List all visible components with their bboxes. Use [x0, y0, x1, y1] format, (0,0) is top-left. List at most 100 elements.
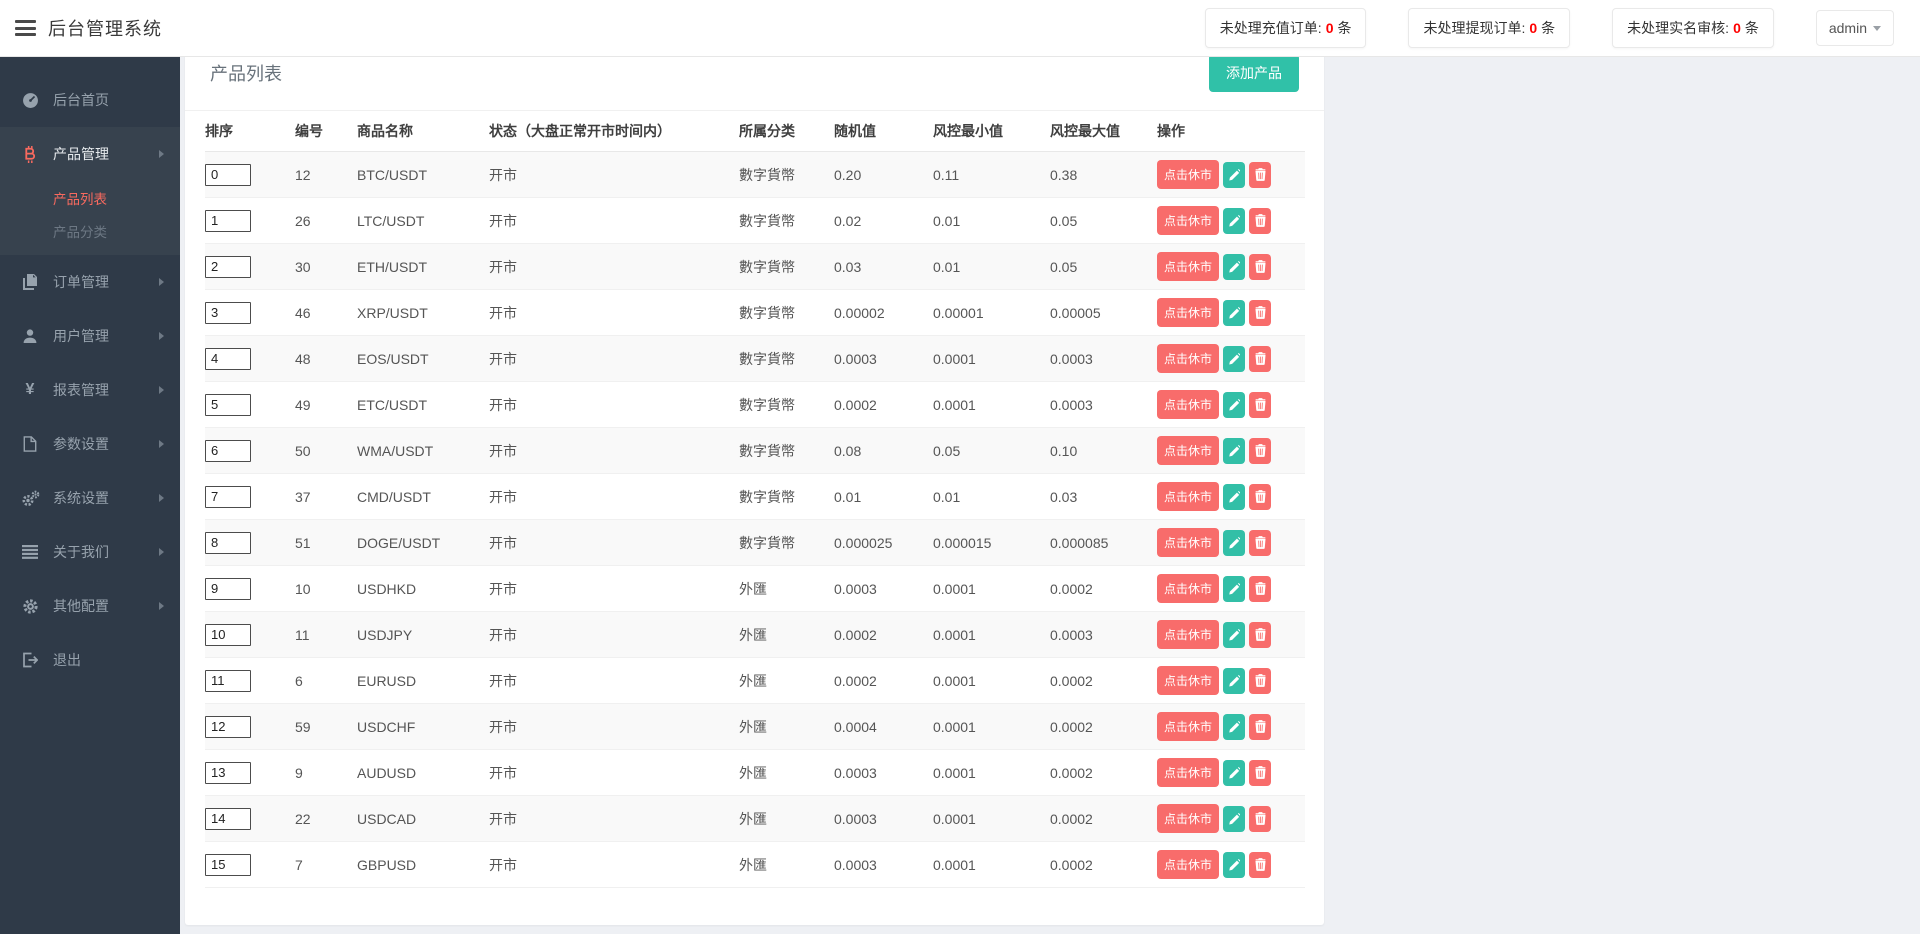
column-header: 风控最小值 — [933, 111, 1050, 152]
sidebar-item-logout[interactable]: 退出 — [0, 633, 180, 687]
close-market-button[interactable]: 点击休市 — [1157, 436, 1219, 465]
sort-order-input[interactable] — [205, 854, 251, 876]
close-market-button[interactable]: 点击休市 — [1157, 666, 1219, 695]
sort-order-input[interactable] — [205, 486, 251, 508]
sort-order-input[interactable] — [205, 808, 251, 830]
product-id: 6 — [295, 658, 357, 704]
close-market-button[interactable]: 点击休市 — [1157, 804, 1219, 833]
edit-button[interactable] — [1223, 576, 1245, 602]
delete-button[interactable] — [1249, 668, 1271, 694]
close-market-button[interactable]: 点击休市 — [1157, 574, 1219, 603]
delete-button[interactable] — [1249, 300, 1271, 326]
product-category: 外匯 — [739, 658, 834, 704]
close-market-button[interactable]: 点击休市 — [1157, 252, 1219, 281]
sidebar-item-system[interactable]: 系统设置 — [0, 471, 180, 525]
delete-button[interactable] — [1249, 392, 1271, 418]
sort-order-input[interactable] — [205, 348, 251, 370]
delete-button[interactable] — [1249, 760, 1271, 786]
close-market-button[interactable]: 点击休市 — [1157, 712, 1219, 741]
edit-button[interactable] — [1223, 484, 1245, 510]
delete-button[interactable] — [1249, 622, 1271, 648]
close-market-button[interactable]: 点击休市 — [1157, 850, 1219, 879]
sort-order-input[interactable] — [205, 716, 251, 738]
edit-button[interactable] — [1223, 438, 1245, 464]
edit-button[interactable] — [1223, 714, 1245, 740]
delete-button[interactable] — [1249, 254, 1271, 280]
edit-button[interactable] — [1223, 208, 1245, 234]
sort-order-input[interactable] — [205, 532, 251, 554]
close-market-button[interactable]: 点击休市 — [1157, 482, 1219, 511]
sort-order-input[interactable] — [205, 624, 251, 646]
sort-order-input[interactable] — [205, 164, 251, 186]
delete-button[interactable] — [1249, 530, 1271, 556]
edit-button[interactable] — [1223, 346, 1245, 372]
pencil-icon — [1228, 537, 1240, 549]
product-id: 48 — [295, 336, 357, 382]
chevron-right-icon — [159, 440, 164, 448]
close-market-button[interactable]: 点击休市 — [1157, 620, 1219, 649]
delete-button[interactable] — [1249, 576, 1271, 602]
sidebar-item-dashboard[interactable]: 后台首页 — [0, 73, 180, 127]
sort-order-input[interactable] — [205, 762, 251, 784]
sort-order-input[interactable] — [205, 440, 251, 462]
sidebar-item-about[interactable]: 关于我们 — [0, 525, 180, 579]
sort-order-input[interactable] — [205, 210, 251, 232]
sidebar-item-users[interactable]: 用户管理 — [0, 309, 180, 363]
edit-button[interactable] — [1223, 254, 1245, 280]
row-actions: 点击休市 — [1157, 528, 1299, 557]
trash-icon — [1255, 536, 1266, 549]
risk-min-value: 0.11 — [933, 152, 1050, 198]
pending-withdraw-orders-badge[interactable]: 未处理提现订单:0条 — [1408, 8, 1570, 48]
delete-button[interactable] — [1249, 208, 1271, 234]
table-row: 46XRP/USDT开市數字貨幣0.000020.000010.00005点击休… — [205, 290, 1305, 336]
delete-button[interactable] — [1249, 806, 1271, 832]
stat-count: 0 — [1529, 20, 1537, 36]
edit-button[interactable] — [1223, 852, 1245, 878]
edit-button[interactable] — [1223, 806, 1245, 832]
pending-kyc-audits-badge[interactable]: 未处理实名审核:0条 — [1612, 8, 1774, 48]
risk-min-value: 0.0001 — [933, 796, 1050, 842]
sidebar-item-orders[interactable]: 订单管理 — [0, 255, 180, 309]
row-actions: 点击休市 — [1157, 574, 1299, 603]
sort-order-input[interactable] — [205, 256, 251, 278]
close-market-button[interactable]: 点击休市 — [1157, 390, 1219, 419]
delete-button[interactable] — [1249, 484, 1271, 510]
delete-button[interactable] — [1249, 346, 1271, 372]
delete-button[interactable] — [1249, 852, 1271, 878]
sort-order-input[interactable] — [205, 302, 251, 324]
edit-button[interactable] — [1223, 622, 1245, 648]
close-market-button[interactable]: 点击休市 — [1157, 344, 1219, 373]
edit-button[interactable] — [1223, 760, 1245, 786]
sort-order-input[interactable] — [205, 670, 251, 692]
sidebar-item-params[interactable]: 参数设置 — [0, 417, 180, 471]
sidebar-subitem-product-list[interactable]: 产品列表 — [0, 181, 180, 214]
pencil-icon — [1228, 307, 1240, 319]
close-market-button[interactable]: 点击休市 — [1157, 160, 1219, 189]
edit-button[interactable] — [1223, 300, 1245, 326]
sidebar-subitem-product-category[interactable]: 产品分类 — [0, 214, 180, 247]
stat-count: 0 — [1326, 20, 1334, 36]
pending-recharge-orders-badge[interactable]: 未处理充值订单:0条 — [1205, 8, 1367, 48]
sidebar-item-other[interactable]: 其他配置 — [0, 579, 180, 633]
sort-order-input[interactable] — [205, 394, 251, 416]
edit-button[interactable] — [1223, 530, 1245, 556]
sort-order-input[interactable] — [205, 578, 251, 600]
edit-button[interactable] — [1223, 668, 1245, 694]
close-market-button[interactable]: 点击休市 — [1157, 206, 1219, 235]
close-market-button[interactable]: 点击休市 — [1157, 758, 1219, 787]
delete-button[interactable] — [1249, 438, 1271, 464]
delete-button[interactable] — [1249, 714, 1271, 740]
admin-dropdown[interactable]: admin — [1816, 10, 1894, 46]
sidebar-group-orders: 订单管理 — [0, 255, 180, 309]
edit-button[interactable] — [1223, 162, 1245, 188]
delete-button[interactable] — [1249, 162, 1271, 188]
close-market-button[interactable]: 点击休市 — [1157, 298, 1219, 327]
sidebar-item-label: 关于我们 — [53, 542, 109, 562]
add-product-button[interactable]: 添加产品 — [1209, 54, 1299, 92]
column-header: 操作 — [1157, 111, 1305, 152]
sidebar-item-products[interactable]: 产品管理 — [0, 127, 180, 181]
edit-button[interactable] — [1223, 392, 1245, 418]
close-market-button[interactable]: 点击休市 — [1157, 528, 1219, 557]
hamburger-menu-icon[interactable] — [15, 17, 36, 40]
sidebar-item-reports[interactable]: ¥报表管理 — [0, 363, 180, 417]
